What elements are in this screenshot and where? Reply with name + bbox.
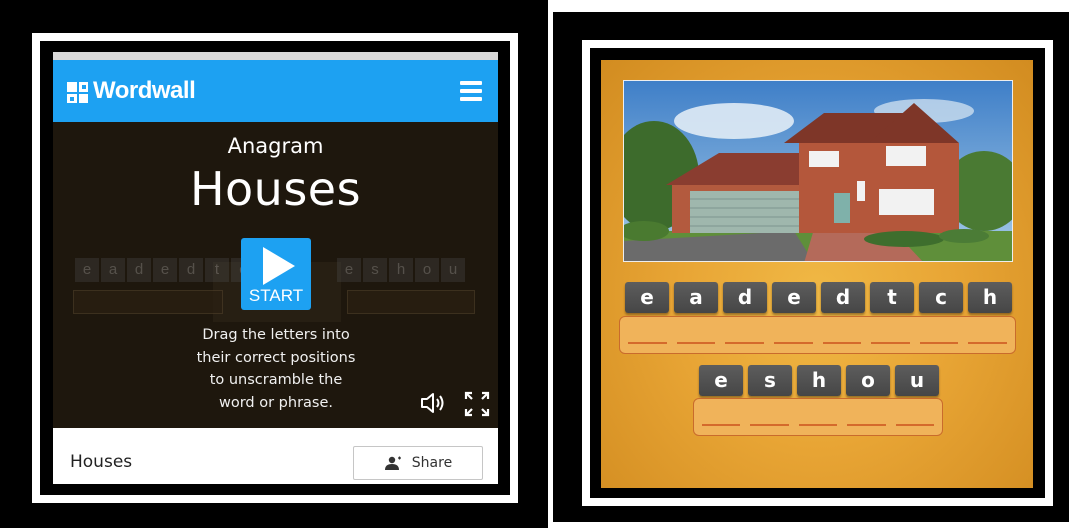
instruction-line: Drag the letters into (202, 327, 350, 343)
sound-icon[interactable] (419, 390, 449, 416)
wordwall-header: Wordwall (53, 60, 498, 122)
fullscreen-icon[interactable] (463, 390, 491, 418)
ghost-letter-tile: u (441, 258, 465, 282)
ghost-slot-1 (73, 290, 223, 314)
letter-tile[interactable]: c (919, 282, 963, 313)
activity-type: Anagram (227, 134, 324, 158)
answer-slot[interactable] (725, 342, 764, 344)
letter-tile[interactable]: u (895, 365, 939, 396)
menu-icon[interactable] (460, 81, 482, 101)
ghost-letter-tile: d (179, 258, 203, 282)
ghost-letter-tile: e (75, 258, 99, 282)
ghost-letter-tile: o (415, 258, 439, 282)
ghost-letter-tile: t (205, 258, 229, 282)
letter-tile[interactable]: e (699, 365, 743, 396)
instruction-line: their correct positions (196, 349, 356, 366)
activity-footer: Houses Share (53, 428, 498, 484)
browser-strip (53, 52, 498, 60)
start-label: START (248, 286, 304, 305)
wordwall-logo-icon (67, 82, 88, 103)
letter-tile[interactable]: d (723, 282, 767, 313)
anagram-play-area: eadedtch eshou (601, 60, 1033, 488)
answer-slot[interactable] (798, 424, 838, 426)
share-button[interactable]: Share (353, 446, 483, 480)
letter-tile[interactable]: d (821, 282, 865, 313)
ghost-letter-tile: s (363, 258, 387, 282)
answer-slot[interactable] (702, 424, 741, 426)
instruction-line: to unscramble the (209, 372, 343, 388)
person-icon (384, 456, 401, 470)
letter-tile[interactable]: t (870, 282, 914, 313)
share-label: Share (411, 455, 453, 471)
footer-title: Houses (70, 452, 133, 472)
letter-tiles-row-2: eshou (699, 365, 939, 396)
instructions: Drag the letters into their correct posi… (173, 324, 379, 414)
answer-slot[interactable] (822, 342, 862, 344)
start-button[interactable]: START (241, 238, 311, 310)
answer-slot[interactable] (968, 342, 1007, 344)
ghost-tiles-row-2: eshou (337, 258, 465, 282)
instruction-line: word or phrase. (218, 394, 334, 411)
play-icon (263, 247, 295, 285)
wordwall-screen: Wordwall eadedtch eshou Anagram Houses S… (53, 52, 498, 484)
answer-slot[interactable] (871, 342, 910, 344)
activity-title: Houses (189, 162, 362, 216)
ghost-letter-tile: a (101, 258, 125, 282)
answer-slot[interactable] (919, 342, 959, 344)
house-photo (623, 80, 1013, 262)
letter-tiles-row-1: eadedtch (625, 282, 1012, 313)
answer-slot[interactable] (895, 424, 934, 426)
ghost-letter-tile: h (389, 258, 413, 282)
answer-slots-row-1[interactable] (619, 316, 1016, 354)
ghost-slot-2 (347, 290, 475, 314)
answer-slot[interactable] (676, 342, 716, 344)
answer-slots-row-2[interactable] (693, 398, 943, 436)
letter-tile[interactable]: s (748, 365, 792, 396)
letter-tile[interactable]: e (772, 282, 816, 313)
answer-slot[interactable] (628, 342, 667, 344)
letter-tile[interactable]: e (625, 282, 669, 313)
letter-tile[interactable]: o (846, 365, 890, 396)
letter-tile[interactable]: h (797, 365, 841, 396)
answer-slot[interactable] (773, 342, 813, 344)
letter-tile[interactable]: a (674, 282, 718, 313)
wordwall-logo-text: Wordwall (93, 77, 196, 104)
answer-slot[interactable] (847, 424, 886, 426)
ghost-letter-tile: e (153, 258, 177, 282)
ghost-letter-tile: e (337, 258, 361, 282)
ghost-letter-tile: d (127, 258, 151, 282)
answer-slot[interactable] (750, 424, 789, 426)
letter-tile[interactable]: h (968, 282, 1012, 313)
